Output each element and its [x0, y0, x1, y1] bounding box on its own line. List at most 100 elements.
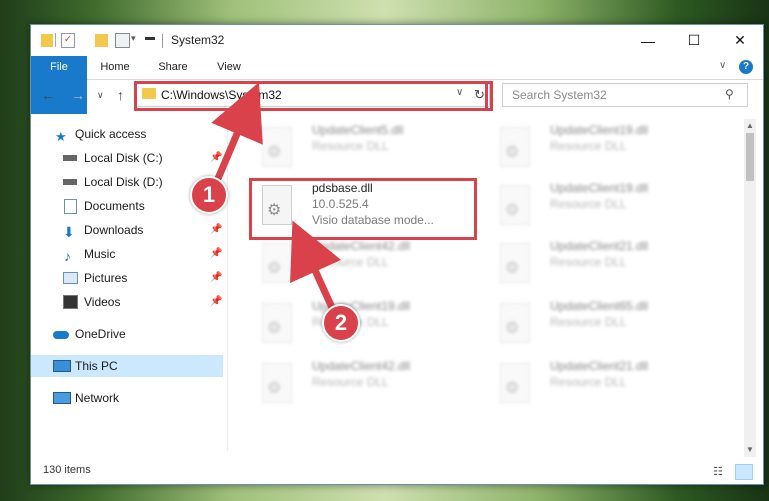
videos-icon: [63, 295, 78, 309]
scroll-thumb[interactable]: [746, 133, 754, 181]
file-type: Resource DLL: [312, 375, 389, 389]
pin-icon[interactable]: 📌: [210, 267, 222, 289]
file-item[interactable]: ⚙ UpdateClient5.dll Resource DLL: [250, 121, 480, 179]
file-list: ⚙ UpdateClient5.dll Resource DLL ⚙ Updat…: [236, 119, 742, 457]
folder-icon: [41, 34, 53, 47]
vertical-scrollbar[interactable]: ▲ ▼: [744, 119, 756, 457]
file-item[interactable]: ⚙ UpdateClient42.dll Resource DLL: [250, 237, 480, 295]
item-count: 130 items: [43, 464, 91, 476]
file-item[interactable]: ⚙ UpdateClient19.dll Resource DLL: [488, 179, 718, 237]
search-placeholder: Search System32: [512, 88, 607, 102]
star-icon: ★: [55, 129, 67, 144]
sidebar-item-network[interactable]: Network: [31, 387, 223, 409]
refresh-highlight-box: [465, 81, 488, 111]
search-icon[interactable]: ⚲: [725, 87, 734, 101]
file-item[interactable]: ⚙ UpdateClient65.dll Resource DLL: [488, 297, 718, 355]
dll-file-icon: ⚙: [500, 127, 530, 167]
details-view-icon[interactable]: ☷: [713, 465, 723, 478]
dll-file-icon: ⚙: [262, 243, 292, 283]
gear-icon: ⚙: [267, 144, 282, 161]
music-icon: ♪: [64, 248, 71, 264]
file-type: Resource DLL: [550, 315, 627, 329]
dropdown-icon[interactable]: ▬: [145, 32, 155, 48]
scroll-up-icon[interactable]: ▲: [746, 121, 754, 130]
file-type: Resource DLL: [312, 139, 389, 153]
pin-icon[interactable]: 📌: [210, 219, 222, 241]
file-name: UpdateClient42.dll: [312, 359, 411, 373]
close-button[interactable]: ✕: [717, 25, 763, 56]
file-type: Resource DLL: [550, 255, 627, 269]
file-name: UpdateClient5.dll: [312, 123, 404, 137]
sidebar-item-music[interactable]: ♪ Music 📌: [31, 243, 223, 265]
sidebar-item-quick-access[interactable]: ★ Quick access: [31, 123, 223, 145]
drive-icon: [63, 155, 77, 161]
pin-icon[interactable]: 📌: [210, 291, 222, 313]
gear-icon: ⚙: [505, 320, 520, 337]
sidebar-item-label: Quick access: [75, 127, 147, 141]
file-name: UpdateClient65.dll: [550, 299, 649, 313]
sidebar-item-label: Music: [84, 247, 116, 261]
explorer-window: ✓ ▾ ▬ System32 — ☐ ✕ File Home Share Vie…: [30, 24, 764, 485]
computer-icon: [53, 360, 71, 372]
sidebar-item-label: This PC: [75, 359, 118, 373]
search-input[interactable]: Search System32 ⚲: [502, 83, 748, 107]
pin-icon[interactable]: 📌: [210, 243, 222, 265]
sidebar-item-this-pc[interactable]: This PC: [31, 355, 223, 377]
sidebar-item-local-disk-c[interactable]: Local Disk (C:) 📌: [31, 147, 223, 169]
sidebar-item-downloads[interactable]: ⬇ Downloads 📌: [31, 219, 223, 241]
file-type: Resource DLL: [550, 139, 627, 153]
dll-file-icon: ⚙: [500, 303, 530, 343]
title-separator: [162, 34, 163, 48]
sidebar-item-pictures[interactable]: Pictures 📌: [31, 267, 223, 289]
tab-home[interactable]: Home: [93, 56, 137, 79]
step-badge-2: 2: [322, 304, 360, 342]
minimize-button[interactable]: —: [625, 25, 671, 56]
dll-file-icon: ⚙: [500, 185, 530, 225]
dll-file-icon: ⚙: [262, 127, 292, 167]
expand-ribbon-chevron-icon[interactable]: ∨: [719, 60, 726, 71]
new-folder-icon[interactable]: [95, 34, 108, 47]
title-bar: ✓ ▾ ▬ System32 — ☐ ✕: [31, 25, 763, 56]
tab-share[interactable]: Share: [151, 56, 195, 79]
gear-icon: ⚙: [267, 260, 282, 277]
sidebar-item-label: Documents: [84, 199, 145, 213]
sidebar-item-label: Videos: [84, 295, 121, 309]
file-highlight-box: [249, 178, 477, 240]
customize-qa-chevron-icon[interactable]: ▾: [131, 33, 136, 49]
scroll-down-icon[interactable]: ▼: [746, 445, 754, 454]
up-button[interactable]: ↑: [117, 87, 124, 103]
file-name: UpdateClient21.dll: [550, 359, 649, 373]
window-title: System32: [171, 33, 225, 47]
forward-button[interactable]: →: [71, 87, 85, 103]
file-name: UpdateClient19.dll: [550, 123, 649, 137]
tab-view[interactable]: View: [207, 56, 251, 79]
rename-icon[interactable]: [115, 33, 130, 48]
sidebar-item-onedrive[interactable]: OneDrive: [31, 323, 223, 345]
status-bar: 130 items ☷: [31, 461, 763, 483]
back-button[interactable]: ←: [41, 87, 55, 103]
help-icon[interactable]: ?: [739, 60, 753, 74]
file-item[interactable]: ⚙ UpdateClient19.dll Resource DLL: [250, 297, 480, 355]
properties-icon[interactable]: ✓: [61, 33, 75, 48]
drive-icon: [63, 179, 77, 185]
navigation-pane: ★ Quick access Local Disk (C:) 📌 Local D…: [31, 121, 227, 451]
sidebar-item-label: Pictures: [84, 271, 128, 285]
file-name: UpdateClient19.dll: [550, 181, 649, 195]
dll-file-icon: ⚙: [262, 363, 292, 403]
sidebar-item-videos[interactable]: Videos 📌: [31, 291, 223, 313]
file-item[interactable]: ⚙ UpdateClient42.dll Resource DLL: [250, 357, 480, 415]
file-item[interactable]: ⚙ UpdateClient21.dll Resource DLL: [488, 357, 718, 415]
large-icons-view-icon[interactable]: [735, 464, 753, 480]
dll-file-icon: ⚙: [500, 243, 530, 283]
recent-locations-chevron-icon[interactable]: ∨: [97, 90, 104, 101]
file-item[interactable]: ⚙ UpdateClient19.dll Resource DLL: [488, 121, 718, 179]
maximize-button[interactable]: ☐: [671, 25, 717, 56]
file-type: Resource DLL: [550, 375, 627, 389]
gear-icon: ⚙: [505, 202, 520, 219]
tab-file[interactable]: File: [31, 56, 87, 114]
pin-icon[interactable]: 📌: [210, 147, 222, 169]
network-icon: [53, 392, 71, 404]
gear-icon: ⚙: [505, 380, 520, 397]
file-item[interactable]: ⚙ UpdateClient21.dll Resource DLL: [488, 237, 718, 295]
sidebar-item-label: Downloads: [84, 223, 144, 237]
